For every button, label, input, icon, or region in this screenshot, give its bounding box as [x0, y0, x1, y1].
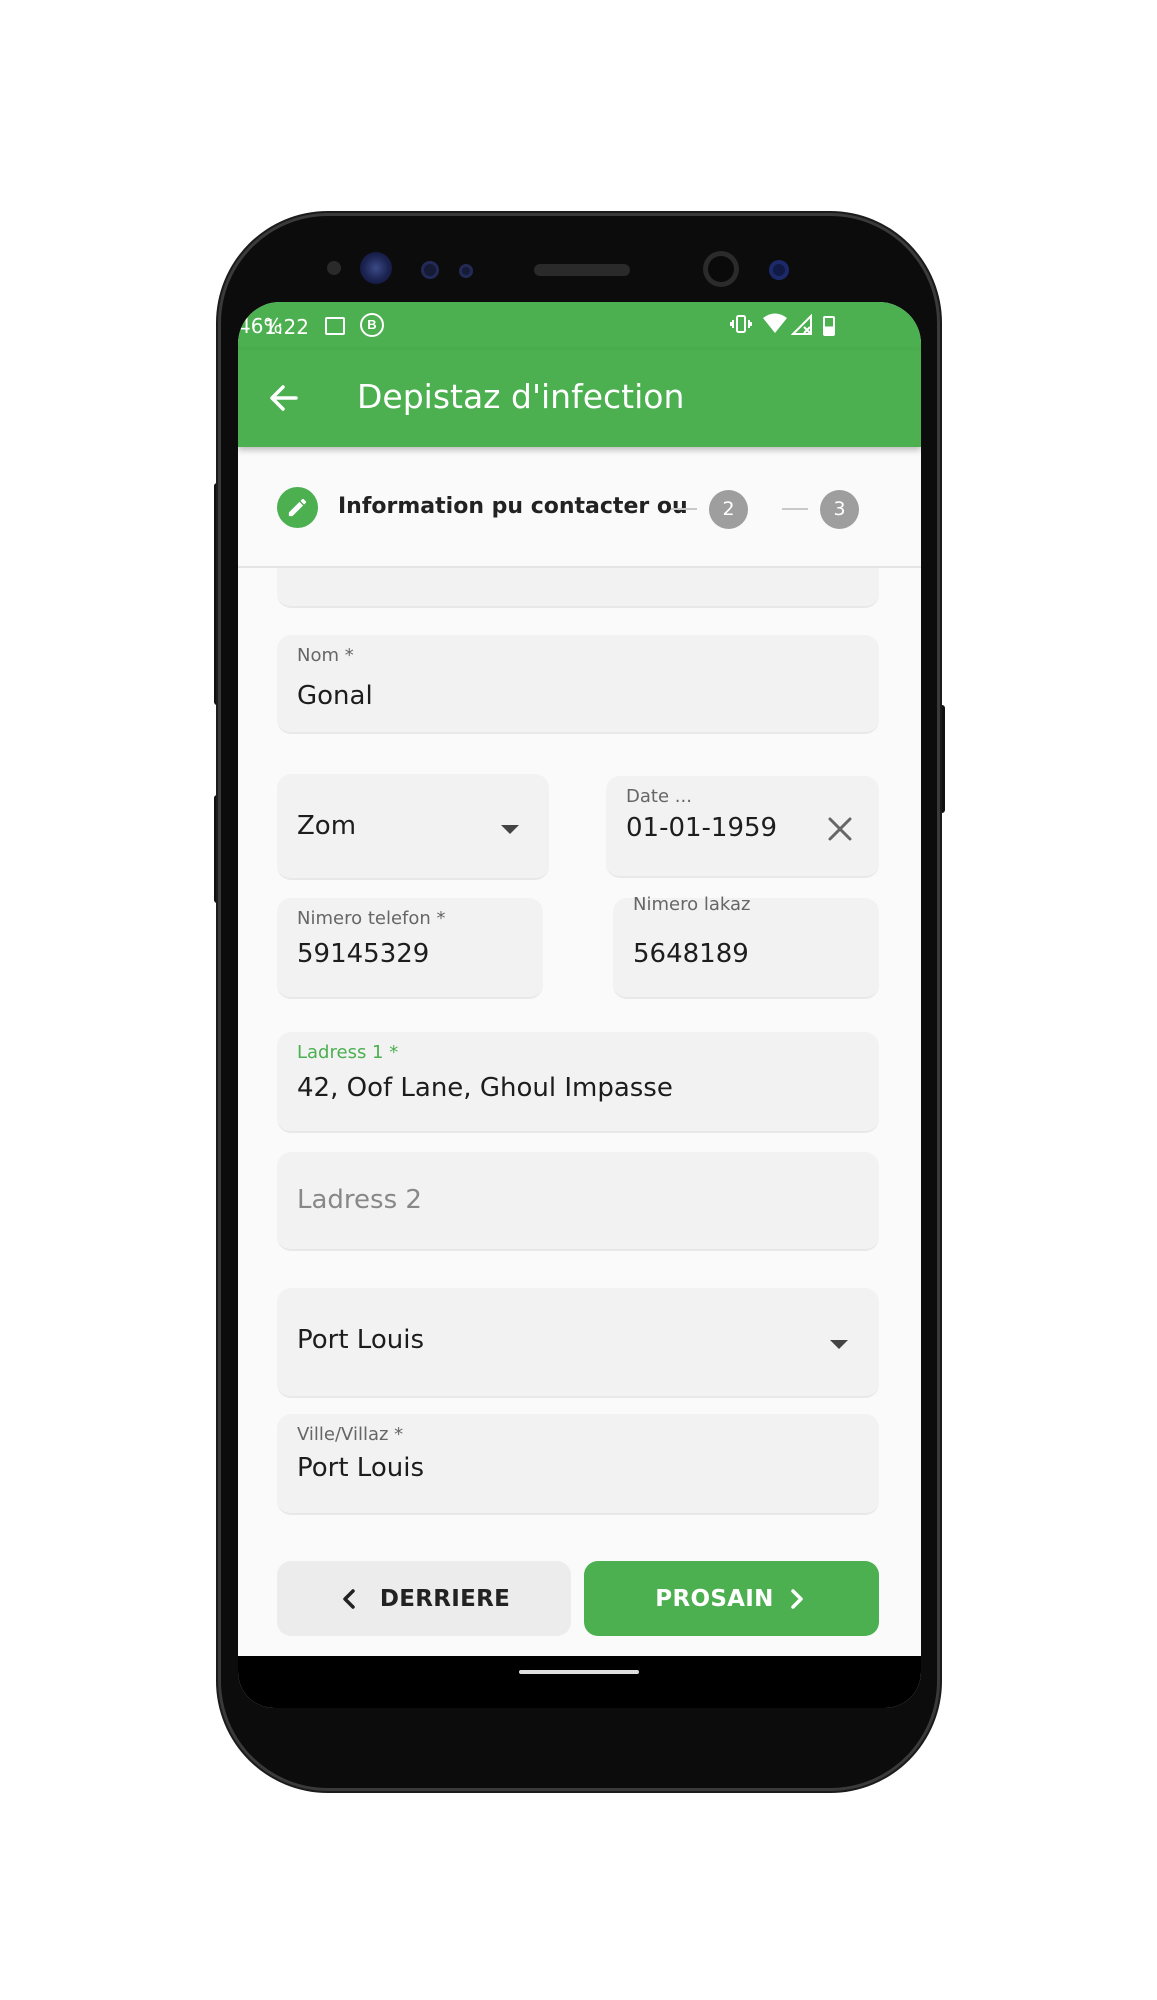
chevron-down-icon: [501, 825, 519, 834]
next-button[interactable]: PROSAIN: [584, 1561, 879, 1636]
village-label: Ville/Villaz *: [297, 1424, 404, 1445]
wifi-icon: [762, 312, 788, 340]
gender-value: Zom: [297, 811, 357, 841]
address1-field[interactable]: Ladress 1 * 42, Oof Lane, Ghoul Impasse: [277, 1032, 879, 1133]
vibrate-icon: [730, 314, 752, 339]
phone-label: Nimero telefon *: [297, 908, 446, 929]
chevron-right-icon: [790, 1588, 803, 1609]
back-button-label: DERRIERE: [379, 1585, 511, 1612]
gender-select[interactable]: Zom: [277, 774, 549, 880]
address2-placeholder: Ladress 2: [297, 1185, 422, 1215]
b-circle-icon: B: [360, 313, 384, 337]
home-phone-value: 5648189: [633, 939, 749, 969]
status-bar: 1:22 B 46%: [238, 302, 921, 350]
village-field[interactable]: Ville/Villaz * Port Louis: [277, 1414, 879, 1515]
home-phone-field[interactable]: Nimero lakaz 5648189: [613, 894, 879, 999]
page-title: Depistaz d'infection: [357, 377, 685, 416]
proximity-sensor: [327, 261, 341, 275]
iris-scanner: [360, 252, 392, 284]
app-bar: Depistaz d'infection: [238, 350, 921, 447]
iris-led: [769, 260, 789, 280]
step-connector: [782, 508, 808, 510]
step-current-label: Information pu contacter ou: [338, 494, 688, 519]
nom-label: Nom *: [297, 645, 354, 666]
clear-icon[interactable]: [825, 814, 855, 844]
date-field[interactable]: Date ... 01-01-1959: [606, 776, 879, 878]
arrow-left-icon[interactable]: [266, 380, 302, 416]
signal-icon: [790, 313, 813, 341]
step-2-indicator[interactable]: 2: [709, 490, 748, 529]
home-phone-label: Nimero lakaz: [633, 894, 751, 915]
home-gesture-pill[interactable]: [519, 1670, 639, 1674]
village-value: Port Louis: [297, 1453, 424, 1483]
chevron-left-icon: [343, 1588, 355, 1609]
district-value: Port Louis: [297, 1325, 424, 1355]
date-value: 01-01-1959: [626, 813, 778, 843]
phone-field[interactable]: Nimero telefon * 59145329: [277, 898, 543, 999]
phone-screen: 1:22 B 46% Depistaz d'infection Informat…: [238, 302, 921, 1708]
address1-label: Ladress 1 *: [297, 1042, 399, 1063]
nom-field[interactable]: Nom * Gonal: [277, 635, 879, 734]
phone-value: 59145329: [297, 939, 430, 969]
step-connector: [671, 508, 697, 510]
next-button-label: PROSAIN: [655, 1585, 774, 1612]
battery-icon: [823, 316, 835, 336]
back-button[interactable]: DERRIERE: [277, 1561, 571, 1636]
nom-value: Gonal: [297, 681, 373, 711]
image-icon: [325, 317, 345, 335]
earpiece-speaker: [534, 264, 630, 276]
chevron-down-icon: [830, 1340, 848, 1349]
stepper: Information pu contacter ou 2 3: [238, 447, 921, 568]
date-label: Date ...: [626, 786, 692, 807]
navigation-bar: [238, 1656, 921, 1708]
sensor-a: [421, 261, 439, 279]
pencil-icon: [277, 487, 318, 528]
address2-field[interactable]: Ladress 2: [277, 1152, 879, 1251]
status-time: 1:22: [264, 315, 309, 339]
step-3-indicator[interactable]: 3: [820, 490, 859, 529]
front-camera: [703, 251, 739, 287]
address1-value: 42, Oof Lane, Ghoul Impasse: [297, 1073, 673, 1103]
sensor-b: [459, 264, 473, 278]
district-select[interactable]: Port Louis: [277, 1288, 879, 1398]
